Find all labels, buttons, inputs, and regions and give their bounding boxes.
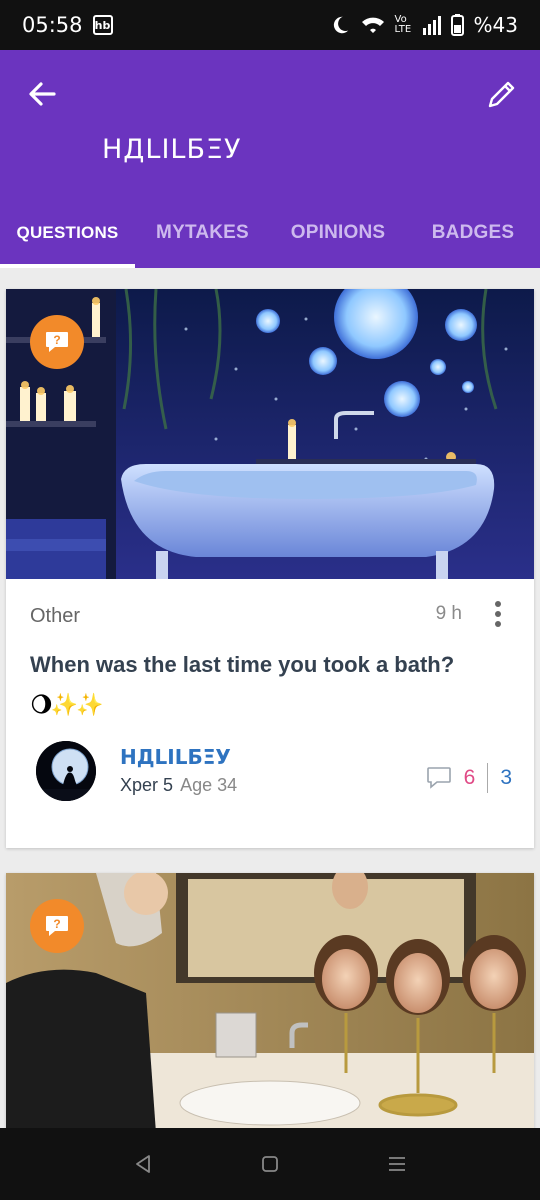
question-card[interactable]: ? — [6, 873, 534, 1133]
pencil-icon — [488, 81, 515, 108]
question-type-badge: ? — [30, 315, 84, 369]
author-age: Age 34 — [180, 775, 238, 795]
post-time: 9 h — [435, 603, 462, 624]
card-body: Other 9 h When was the last time you too… — [6, 579, 534, 848]
question-emoji: 🌖✨✨ — [30, 693, 104, 718]
profile-tabs: QUESTIONS MYTAKES OPINIONS BADGES — [0, 198, 540, 268]
tab-opinions[interactable]: OPINIONS — [270, 198, 406, 268]
battery-icon — [450, 14, 464, 36]
menu-nav-icon[interactable] — [385, 1152, 409, 1176]
app-bar: НДLILБΞУ QUESTIONS MYTAKES OPINIONS BADG… — [0, 50, 540, 268]
kebab-dot-icon — [495, 601, 501, 607]
kebab-dot-icon — [495, 611, 501, 617]
notification-badge: hb — [92, 15, 113, 35]
avatar[interactable] — [36, 741, 96, 801]
tab-badges[interactable]: BADGES — [406, 198, 540, 268]
secondary-count: 3 — [500, 766, 512, 789]
back-nav-icon[interactable] — [131, 1152, 155, 1176]
svg-text:?: ? — [53, 333, 60, 347]
arrow-left-icon — [29, 82, 56, 106]
bathroom-picture — [6, 289, 534, 579]
network-label: Vo LTE — [394, 14, 412, 35]
question-bubble-icon: ? — [46, 332, 68, 352]
comment-icon — [426, 767, 451, 789]
opinion-count: 6 — [463, 766, 476, 789]
page-title: НДLILБΞУ — [102, 134, 242, 165]
battery-level: %43 — [473, 13, 518, 37]
mirror-heads-picture — [6, 873, 534, 1133]
avatar-image — [36, 741, 96, 801]
system-navigation-bar — [0, 1128, 540, 1200]
home-nav-icon[interactable] — [258, 1152, 282, 1176]
back-button[interactable] — [24, 76, 60, 112]
kebab-dot-icon — [495, 621, 501, 627]
question-image[interactable]: ? — [6, 873, 534, 1133]
question-type-badge: ? — [30, 899, 84, 953]
svg-text:?: ? — [53, 917, 60, 931]
tab-mytakes[interactable]: MYTAKES — [135, 198, 270, 268]
post-stats[interactable]: 6 3 — [426, 763, 512, 793]
signal-icon — [422, 16, 441, 35]
question-image[interactable]: ? — [6, 289, 534, 579]
question-bubble-icon: ? — [46, 916, 68, 936]
post-category[interactable]: Other — [30, 605, 80, 628]
more-options-button[interactable] — [486, 599, 510, 629]
author-level: Xper 5 — [120, 775, 174, 795]
status-time: 05:58 — [22, 13, 83, 37]
author-meta: Xper 5 Age 34 — [120, 775, 237, 796]
status-bar: 05:58 hb Vo LTE %43 — [0, 0, 540, 50]
edit-profile-button[interactable] — [484, 76, 520, 112]
tab-questions[interactable]: QUESTIONS — [0, 198, 135, 268]
moon-icon — [333, 16, 348, 34]
question-title[interactable]: When was the last time you took a bath? — [30, 651, 510, 680]
stat-divider — [487, 763, 489, 793]
wifi-icon — [361, 17, 384, 33]
status-icons: Vo LTE %43 — [329, 13, 518, 37]
author-name[interactable]: НДLILБΞУ — [120, 745, 231, 769]
question-card[interactable]: ? Other 9 h When was the last time you t… — [6, 289, 534, 848]
